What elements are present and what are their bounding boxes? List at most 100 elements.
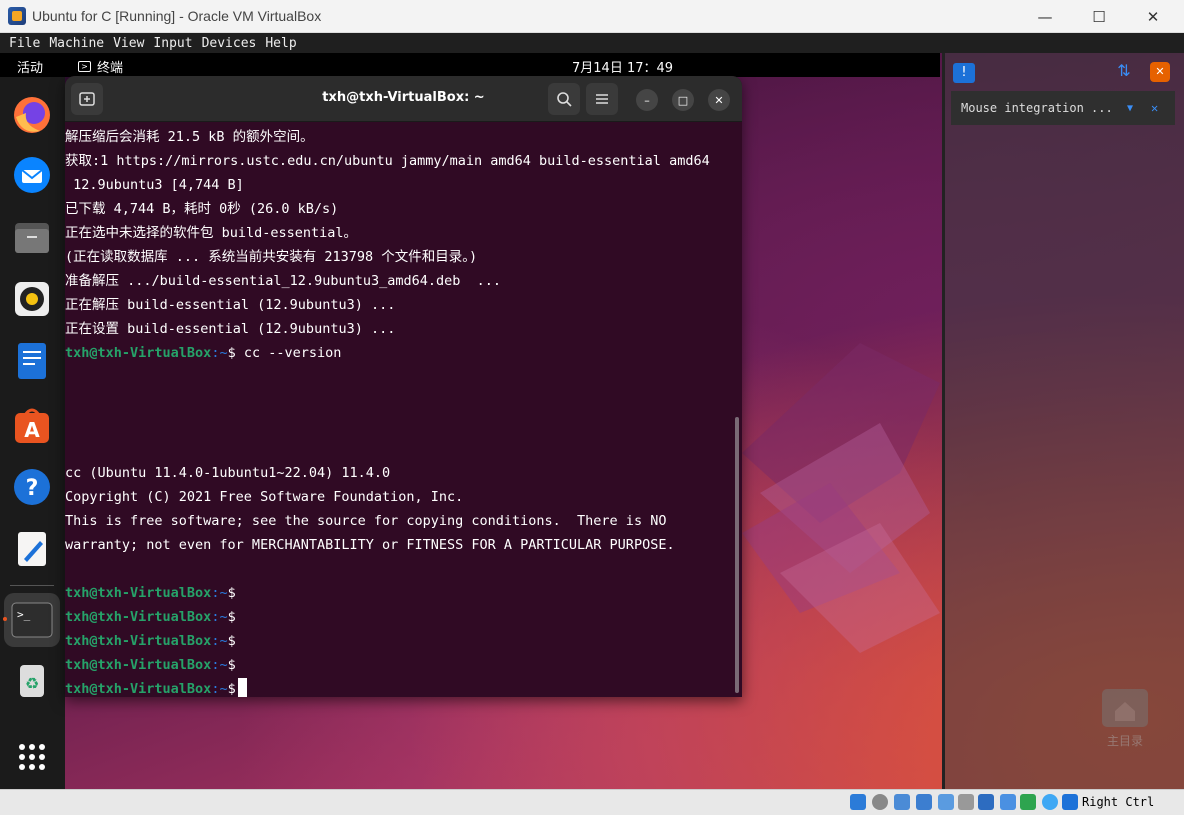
- trash-icon[interactable]: ♻: [10, 657, 54, 701]
- terminal-content[interactable]: 解压缩后会消耗 21.5 kB 的额外空间。 获取:1 https://mirr…: [65, 123, 733, 697]
- guest-desktop: 活动 > 终端 7月14日 17：49 A ? >_ ♻ txh@txh-Vir…: [0, 53, 1184, 789]
- svg-text:♻: ♻: [25, 674, 39, 693]
- prompt-sign: $: [227, 609, 236, 625]
- optical-drive-icon[interactable]: [872, 794, 888, 810]
- mouse-capture-icon[interactable]: [1062, 794, 1078, 810]
- files-icon[interactable]: [10, 215, 54, 259]
- usb-icon[interactable]: [938, 794, 954, 810]
- prompt-line: txh@txh-VirtualBox:~$: [65, 653, 236, 677]
- audio-icon[interactable]: [894, 794, 910, 810]
- writer-icon[interactable]: [10, 339, 54, 383]
- clock[interactable]: 7月14日 17：49: [572, 57, 673, 76]
- guest-additions-icon[interactable]: [1042, 794, 1058, 810]
- recording-icon[interactable]: [1000, 794, 1016, 810]
- terminal-window[interactable]: txh@txh-VirtualBox: ~ – □ ✕ 解压缩后会消耗 21.5…: [65, 76, 742, 697]
- home-folder-label: 主目录: [1106, 734, 1143, 748]
- prompt-line: txh@txh-VirtualBox:~$: [65, 605, 236, 629]
- prompt-path: :~: [211, 633, 228, 649]
- search-icon: [557, 92, 572, 107]
- prompt-sign: $: [227, 633, 236, 649]
- prompt-user: txh@txh-VirtualBox: [65, 609, 212, 625]
- text-cursor: [237, 678, 247, 697]
- text-editor-icon[interactable]: [10, 527, 54, 571]
- gnome-topbar: 活动 > 终端 7月14日 17：49: [0, 53, 940, 77]
- prompt-path: :~: [211, 657, 228, 673]
- vbox-side-panel: ! ⇅ ✕ Mouse integration ... ▼ ✕ 主目录: [942, 53, 1184, 789]
- mouse-integration-notice: Mouse integration ... ▼ ✕: [951, 91, 1175, 125]
- output-line: cc (Ubuntu 11.4.0-1ubuntu1~22.04) 11.4.0: [65, 465, 391, 481]
- terminal-line: 正在设置 build-essential (12.9ubuntu3) ...: [65, 321, 396, 337]
- terminal-line: 已下载 4,744 B，耗时 0秒 (26.0 kB/s): [65, 201, 339, 217]
- firefox-icon[interactable]: [10, 93, 54, 137]
- terminal-close-button[interactable]: ✕: [708, 89, 730, 111]
- side-panel-toolbar: ! ⇅ ✕: [945, 53, 1184, 85]
- svg-text:A: A: [24, 418, 40, 442]
- terminal-line: 解压缩后会消耗 21.5 kB 的额外空间。: [65, 129, 314, 145]
- terminal-maximize-button[interactable]: □: [672, 89, 694, 111]
- network-icon[interactable]: [916, 794, 932, 810]
- terminal-line: (正在读取数据库 ... 系统当前共安装有 213798 个文件和目录。): [65, 249, 478, 265]
- prompt-user: txh@txh-VirtualBox: [65, 681, 212, 697]
- prompt-path: :~: [211, 585, 228, 601]
- menu-view[interactable]: View: [113, 36, 144, 51]
- terminal-line: 12.9ubuntu3 [4,744 B]: [65, 177, 244, 193]
- notice-text: Mouse integration ...: [961, 101, 1113, 115]
- terminal-icon[interactable]: >_: [4, 593, 60, 647]
- rhythmbox-icon[interactable]: [10, 277, 54, 321]
- svg-text:>_: >_: [17, 608, 31, 621]
- dock: A ? >_ ♻: [0, 77, 65, 789]
- svg-text:?: ?: [26, 476, 39, 501]
- sort-arrows-icon[interactable]: ⇅: [1115, 61, 1133, 81]
- terminal-small-icon: >: [78, 61, 91, 72]
- menu-file[interactable]: File: [9, 36, 40, 51]
- prompt-line: txh@txh-VirtualBox:~$: [65, 629, 236, 653]
- maximize-button[interactable]: ☐: [1072, 0, 1126, 33]
- notification-icon[interactable]: !: [953, 63, 975, 83]
- prompt-sign: $: [227, 681, 236, 697]
- menu-input[interactable]: Input: [153, 36, 192, 51]
- prompt-path: :~: [211, 681, 228, 697]
- activities-button[interactable]: 活动: [17, 57, 43, 76]
- shared-folders-icon[interactable]: [958, 794, 974, 810]
- cpu-activity-icon[interactable]: [1020, 794, 1036, 810]
- terminal-scrollbar[interactable]: [735, 417, 739, 693]
- terminal-minimize-button[interactable]: –: [636, 89, 658, 111]
- output-line: This is free software; see the source fo…: [65, 513, 667, 529]
- search-button[interactable]: [548, 83, 580, 115]
- home-folder-shortcut[interactable]: 主目录: [1095, 685, 1155, 749]
- vbox-titlebar: Ubuntu for C [Running] - Oracle VM Virtu…: [0, 0, 1184, 33]
- running-indicator: [3, 617, 7, 621]
- prompt-path: :~: [211, 345, 228, 361]
- terminal-headerbar: txh@txh-VirtualBox: ~ – □ ✕: [65, 76, 742, 122]
- thunderbird-icon[interactable]: [10, 153, 54, 197]
- menu-help[interactable]: Help: [265, 36, 296, 51]
- close-button[interactable]: ✕: [1126, 0, 1180, 33]
- command-text: cc --version: [235, 345, 342, 361]
- prompt-user: txh@txh-VirtualBox: [65, 345, 212, 361]
- hard-disk-icon[interactable]: [850, 794, 866, 810]
- settings-alert-icon[interactable]: ✕: [1150, 62, 1170, 82]
- prompt-user: txh@txh-VirtualBox: [65, 657, 212, 673]
- focused-app-menu[interactable]: > 终端: [78, 57, 123, 76]
- command-line: txh@txh-VirtualBox:~$ cc --version: [65, 341, 341, 365]
- focused-app-label: 终端: [97, 61, 124, 76]
- menu-devices[interactable]: Devices: [202, 36, 257, 51]
- minimize-button[interactable]: —: [1018, 0, 1072, 33]
- hamburger-icon: [596, 94, 608, 104]
- prompt-line: txh@txh-VirtualBox:~$: [65, 581, 236, 605]
- terminal-line: 获取:1 https://mirrors.ustc.edu.cn/ubuntu …: [65, 153, 710, 169]
- display-icon[interactable]: [978, 794, 994, 810]
- prompt-sign: $: [227, 585, 236, 601]
- app-center-icon[interactable]: A: [10, 403, 54, 447]
- apps-grid-icon[interactable]: [10, 735, 54, 779]
- help-icon[interactable]: ?: [10, 465, 54, 509]
- prompt-path: :~: [211, 609, 228, 625]
- dismiss-icon[interactable]: ✕: [1151, 101, 1158, 115]
- virtualbox-icon: [8, 7, 26, 25]
- hamburger-menu-button[interactable]: [586, 83, 618, 115]
- prompt-line: txh@txh-VirtualBox:~$: [65, 677, 247, 697]
- pin-icon[interactable]: ▼: [1127, 103, 1133, 114]
- prompt-user: txh@txh-VirtualBox: [65, 585, 212, 601]
- menu-machine[interactable]: Machine: [49, 36, 104, 51]
- prompt-user: txh@txh-VirtualBox: [65, 633, 212, 649]
